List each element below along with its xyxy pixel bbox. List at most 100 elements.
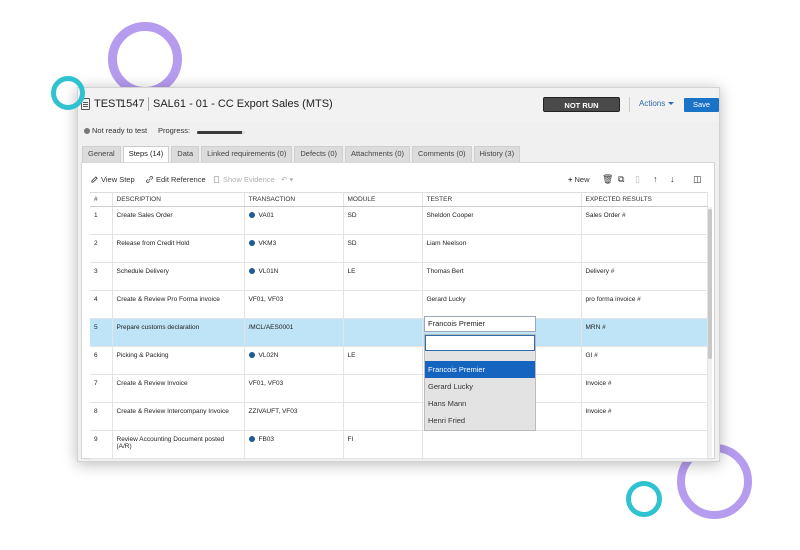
table-row[interactable]: 9 Review Accounting Document posted (A/R)…	[90, 430, 708, 459]
column-header-module[interactable]: MODULE	[343, 192, 423, 207]
step-number-cell[interactable]: 7	[90, 374, 113, 403]
step-tester-cell[interactable]: Sheldon Cooper	[422, 206, 582, 235]
step-number-cell[interactable]: 5	[90, 318, 113, 347]
step-description-cell[interactable]: Create & Review Intercompany Invoice	[112, 402, 245, 431]
step-expected-results-cell[interactable]: Delivery #	[581, 262, 708, 291]
step-expected-results-cell[interactable]: Invoice #	[581, 374, 708, 403]
status-badge[interactable]: NOT RUN	[543, 97, 620, 112]
step-expected-results-cell[interactable]: pro forma invoice #	[581, 290, 708, 319]
step-module-cell[interactable]: LE	[343, 262, 423, 291]
view-step-button[interactable]: View Step	[91, 175, 135, 184]
actions-menu-button[interactable]: Actions	[639, 99, 675, 108]
step-expected-results-cell[interactable]: MRN #	[581, 318, 708, 347]
tester-option[interactable]: Francois Premier	[425, 361, 535, 378]
tester-option[interactable]: Hans Mann	[425, 395, 535, 412]
tester-option[interactable]: Henri Fried	[425, 412, 535, 429]
step-description-cell[interactable]: Create & Review Pro Forma invoice	[112, 290, 245, 319]
step-number-cell[interactable]: 2	[90, 234, 113, 263]
move-down-button[interactable]: ↓	[670, 174, 675, 184]
step-description-cell[interactable]: Schedule Delivery	[112, 262, 245, 291]
tester-input[interactable]: Francois Premier	[424, 316, 536, 332]
step-module-cell[interactable]: SD	[343, 206, 423, 235]
step-expected-results-cell[interactable]: Invoice #	[581, 402, 708, 431]
step-tester-cell[interactable]: Thomas Bert	[422, 262, 582, 291]
copy-button[interactable]: ⧉	[618, 174, 624, 185]
step-module-cell[interactable]	[343, 290, 423, 319]
tester-search-input[interactable]	[425, 335, 535, 351]
step-module-cell[interactable]: FI	[343, 430, 423, 459]
table-row[interactable]: 6 Picking & Packing VL02N LE GI #	[90, 346, 708, 375]
step-module-cell[interactable]	[343, 402, 423, 431]
step-number-cell[interactable]: 6	[90, 346, 113, 375]
step-expected-results-cell[interactable]: Sales Order #	[581, 206, 708, 235]
table-row[interactable]: 8 Create & Review Intercompany Invoice ZZI…	[90, 402, 708, 431]
show-evidence-button[interactable]: Show Evidence	[213, 175, 275, 184]
step-transaction-cell[interactable]: VKM3	[244, 234, 344, 263]
step-transaction-cell[interactable]: VL02N	[244, 346, 344, 375]
column-header-number[interactable]: #	[90, 192, 113, 207]
table-row[interactable]: 3 Schedule Delivery VL01N LE Thomas Bert Deli…	[90, 262, 708, 291]
column-header-transaction[interactable]: TRANSACTION	[244, 192, 344, 207]
step-module-cell[interactable]	[343, 318, 423, 347]
tab-attachments[interactable]: Attachments (0)	[345, 146, 410, 162]
step-expected-results-cell[interactable]	[581, 430, 708, 459]
tab-linked-requirements[interactable]: Linked requirements (0)	[201, 146, 293, 162]
tab-comments[interactable]: Comments (0)	[411, 146, 472, 162]
step-transaction-cell[interactable]: ZZIVAUFT, VF03	[244, 402, 344, 431]
step-expected-results-cell[interactable]: GI #	[581, 346, 708, 375]
vertical-scrollbar-thumb[interactable]	[708, 209, 712, 359]
step-number-cell[interactable]: 4	[90, 290, 113, 319]
step-module-cell[interactable]: LE	[343, 346, 423, 375]
step-description: Create & Review Pro Forma invoice	[116, 296, 220, 303]
tab-defects[interactable]: Defects (0)	[294, 146, 344, 162]
step-number-cell[interactable]: 3	[90, 262, 113, 291]
step-transaction-cell[interactable]: /MCL/AES0001	[244, 318, 344, 347]
column-layout-button[interactable]: ◫	[693, 174, 702, 185]
step-description: Schedule Delivery	[116, 268, 169, 275]
step-tester-cell[interactable]	[422, 430, 582, 459]
table-row[interactable]: 1 Create Sales Order VA01 SD Sheldon Cooper S…	[90, 206, 708, 235]
save-button[interactable]: Save	[684, 98, 719, 112]
step-transaction-cell[interactable]: FB03	[244, 430, 344, 459]
step-description-cell[interactable]: Review Accounting Document posted (A/R)	[112, 430, 245, 459]
step-number-cell[interactable]: 9	[90, 430, 113, 459]
table-row[interactable]: 2 Release from Credit Hold VKM3 SD Liam Neel…	[90, 234, 708, 263]
step-description-cell[interactable]: Release from Credit Hold	[112, 234, 245, 263]
table-row[interactable]: 4 Create & Review Pro Forma invoice VF01, …	[90, 290, 708, 319]
edit-reference-button[interactable]: Edit Reference	[146, 175, 206, 184]
step-number-cell[interactable]: 8	[90, 402, 113, 431]
column-header-tester[interactable]: TESTER	[422, 192, 582, 207]
step-expected-results-cell[interactable]	[581, 234, 708, 263]
delete-button[interactable]: 🗑	[602, 174, 613, 185]
step-number: 7	[94, 380, 98, 387]
new-step-button[interactable]: + New	[568, 175, 590, 184]
step-tester: Liam Neelson	[426, 240, 467, 247]
tab-history[interactable]: History (3)	[473, 146, 521, 162]
column-header-description[interactable]: DESCRIPTION	[112, 192, 245, 207]
move-up-button[interactable]: ↑	[653, 174, 658, 184]
step-description-cell[interactable]: Prepare customs declaration	[112, 318, 245, 347]
step-description-cell[interactable]: Create & Review Invoice	[112, 374, 245, 403]
tab-general[interactable]: General	[82, 146, 121, 162]
tab-data[interactable]: Data	[171, 146, 200, 162]
tab-steps[interactable]: Steps (14)	[122, 146, 170, 162]
table-row[interactable]: 5 Prepare customs declaration/MCL/AES0001…	[90, 318, 708, 347]
tester-option[interactable]: Gerard Lucky	[425, 378, 535, 395]
table-row[interactable]: 7 Create & Review Invoice VF01, VF03 Invoic…	[90, 374, 708, 403]
step-tester-cell[interactable]: Gerard Lucky	[422, 290, 582, 319]
step-transaction-cell[interactable]: VA01	[244, 206, 344, 235]
step-module-cell[interactable]: SD	[343, 234, 423, 263]
step-description-cell[interactable]: Create Sales Order	[112, 206, 245, 235]
step-module-cell[interactable]	[343, 374, 423, 403]
column-header-expected-results[interactable]: EXPECTED RESULTS	[581, 192, 708, 207]
step-tester-cell[interactable]: Liam Neelson	[422, 234, 582, 263]
step-description-cell[interactable]: Picking & Packing	[112, 346, 245, 375]
arrow-down-icon: ↓	[670, 174, 675, 184]
step-transaction-cell[interactable]: VF01, VF03	[244, 290, 344, 319]
step-transaction-cell[interactable]: VL01N	[244, 262, 344, 291]
paste-button[interactable]: ▯	[635, 174, 640, 185]
show-evidence-label: Show Evidence	[223, 175, 275, 184]
step-number-cell[interactable]: 1	[90, 206, 113, 235]
undo-button[interactable]: ↶ ▾	[281, 175, 293, 184]
step-transaction-cell[interactable]: VF01, VF03	[244, 374, 344, 403]
